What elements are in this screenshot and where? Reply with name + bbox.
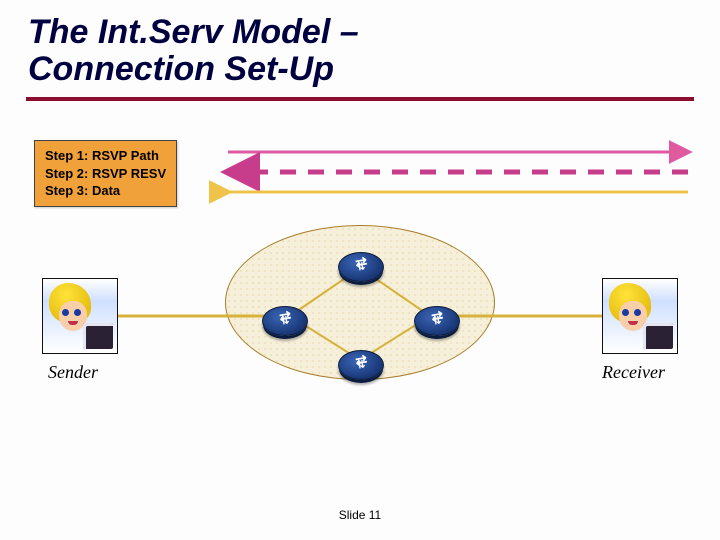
sender-illustration xyxy=(42,278,118,354)
sender-label: Sender xyxy=(48,362,98,383)
slide-title-block: The Int.Serv Model – Connection Set-Up xyxy=(0,0,720,89)
legend-step-3: Step 3: Data xyxy=(45,182,166,200)
legend-step-1: Step 1: RSVP Path xyxy=(45,147,166,165)
slide-number: Slide 11 xyxy=(0,508,720,522)
slide-title-line2: Connection Set-Up xyxy=(28,51,720,88)
legend-step-2: Step 2: RSVP RESV xyxy=(45,165,166,183)
network-cloud xyxy=(225,225,495,380)
title-underline xyxy=(26,97,694,101)
slide-title-line1: The Int.Serv Model – xyxy=(28,14,720,51)
receiver-illustration xyxy=(602,278,678,354)
receiver-label: Receiver xyxy=(602,362,665,383)
legend-steps-box: Step 1: RSVP Path Step 2: RSVP RESV Step… xyxy=(34,140,177,207)
